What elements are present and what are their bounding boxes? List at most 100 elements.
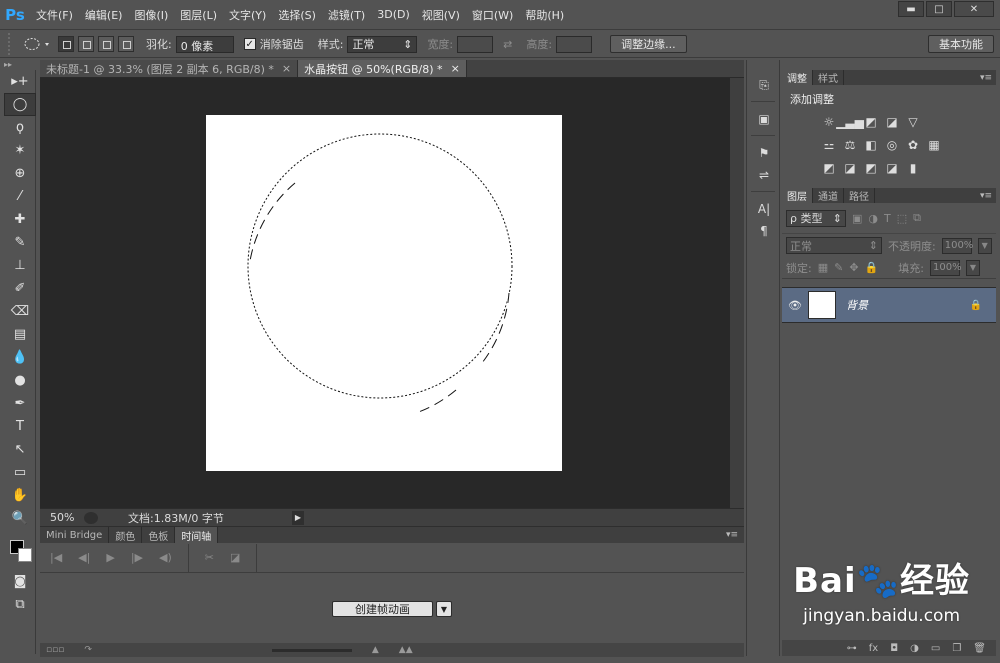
antialias-checkbox[interactable]: ✓ xyxy=(243,38,256,50)
background-color[interactable] xyxy=(18,548,32,562)
tab-adjustments[interactable]: 调整 xyxy=(782,70,813,85)
path-selection-tool-icon[interactable]: ↖ xyxy=(4,438,36,461)
add-selection-icon[interactable] xyxy=(78,36,94,52)
clone-stamp-tool-icon[interactable]: ⊥ xyxy=(4,254,36,277)
healing-brush-tool-icon[interactable]: ✚ xyxy=(4,208,36,231)
create-animation-dropdown-icon[interactable]: ▼ xyxy=(436,601,452,617)
curves-icon[interactable]: ◩ xyxy=(862,113,880,130)
new-adjustment-icon[interactable]: ◑ xyxy=(910,643,919,654)
type-tool-icon[interactable]: T xyxy=(4,415,36,438)
tab-swatches[interactable]: 色板 xyxy=(142,527,176,543)
color-balance-icon[interactable]: ⚖ xyxy=(841,136,859,153)
black-white-icon[interactable]: ◧ xyxy=(862,136,880,153)
dodge-tool-icon[interactable]: ● xyxy=(4,369,36,392)
transition-icon[interactable]: ◪ xyxy=(230,551,240,564)
fill-dropdown-icon[interactable]: ▼ xyxy=(965,259,980,276)
properties-icon[interactable]: ▣ xyxy=(747,108,781,130)
intersect-selection-icon[interactable] xyxy=(118,36,134,52)
add-mask-icon[interactable]: ◘ xyxy=(890,643,898,654)
menu-file[interactable]: 文件(F) xyxy=(30,7,79,23)
color-lookup-icon[interactable]: ▦ xyxy=(925,136,943,153)
new-layer-icon[interactable]: ❐ xyxy=(952,643,961,654)
lock-pixels-icon[interactable]: ✎ xyxy=(834,261,843,274)
eraser-tool-icon[interactable]: ⌫ xyxy=(4,300,36,323)
width-input[interactable] xyxy=(457,35,494,53)
right-dock-collapse[interactable] xyxy=(782,60,996,70)
blur-tool-icon[interactable]: 💧 xyxy=(4,346,36,369)
tab-styles[interactable]: 样式 xyxy=(813,70,844,85)
toolbar-collapse-icon[interactable]: ▸▸ xyxy=(0,60,40,70)
screen-mode-icon[interactable]: ⧉ xyxy=(4,593,36,616)
adjustment-filter-icon[interactable]: ◑ xyxy=(868,212,878,225)
lasso-tool-icon[interactable]: ϙ xyxy=(4,116,36,139)
blend-mode-select[interactable]: 正常 ⇕ xyxy=(786,237,882,254)
vibrance-icon[interactable]: ▽ xyxy=(904,113,922,130)
tab-color[interactable]: 颜色 xyxy=(109,527,143,543)
menu-image[interactable]: 图像(I) xyxy=(128,7,174,23)
threshold-icon[interactable]: ◩ xyxy=(862,159,880,176)
brush-settings-icon[interactable]: ⇌ xyxy=(747,164,781,186)
hue-saturation-icon[interactable]: ⚍ xyxy=(820,136,838,153)
layer-row-background[interactable]: 👁 背景 🔒 xyxy=(782,287,996,323)
tab-channels[interactable]: 通道 xyxy=(813,188,844,203)
feather-input[interactable]: 0 像素 xyxy=(175,35,234,53)
type-filter-icon[interactable]: T xyxy=(884,212,891,225)
menu-help[interactable]: 帮助(H) xyxy=(519,7,570,23)
history-icon[interactable]: ⎘ xyxy=(747,74,781,96)
subtract-selection-icon[interactable] xyxy=(98,36,114,52)
pen-tool-icon[interactable]: ✒ xyxy=(4,392,36,415)
refine-edge-button[interactable]: 调整边缘... xyxy=(610,35,687,53)
history-brush-tool-icon[interactable]: ✐ xyxy=(4,277,36,300)
tab-close-icon[interactable]: × xyxy=(282,62,291,75)
tab-crystal-button[interactable]: 水晶按钮 @ 50%(RGB/8) * × xyxy=(298,60,467,77)
canvas-scrollbar[interactable] xyxy=(730,78,744,508)
tab-close-icon[interactable]: × xyxy=(451,62,460,75)
tool-preset-picker[interactable] xyxy=(20,34,56,54)
posterize-icon[interactable]: ◪ xyxy=(841,159,859,176)
paragraph-icon[interactable]: ¶ xyxy=(747,220,781,242)
style-select[interactable]: 正常 ⇕ xyxy=(347,35,418,53)
magic-wand-tool-icon[interactable]: ✶ xyxy=(4,139,36,162)
tab-paths[interactable]: 路径 xyxy=(844,188,875,203)
crop-tool-icon[interactable]: ⊕ xyxy=(4,162,36,185)
link-layers-icon[interactable]: ⊶ xyxy=(847,643,857,654)
tab-layers[interactable]: 图层 xyxy=(782,188,813,203)
opacity-dropdown-icon[interactable]: ▼ xyxy=(977,237,992,254)
smart-object-filter-icon[interactable]: ⧉ xyxy=(913,211,921,225)
color-swatches[interactable] xyxy=(4,530,35,570)
photo-filter-icon[interactable]: ◎ xyxy=(883,136,901,153)
exposure-icon[interactable]: ◪ xyxy=(883,113,901,130)
kind-filter-select[interactable]: ρ 类型 ⇕ xyxy=(786,209,846,227)
opacity-input[interactable]: 100% xyxy=(941,237,973,254)
menu-layer[interactable]: 图层(L) xyxy=(174,7,223,23)
zoom-out-icon[interactable]: ▲ xyxy=(372,645,379,655)
levels-icon[interactable]: ▁▃▅ xyxy=(836,113,864,130)
shape-filter-icon[interactable]: ⬚ xyxy=(897,212,907,225)
quick-mask-icon[interactable]: ◙ xyxy=(4,570,36,593)
rectangle-tool-icon[interactable]: ▭ xyxy=(4,461,36,484)
fill-input[interactable]: 100% xyxy=(929,259,962,276)
selective-color-icon[interactable]: ◪ xyxy=(883,159,901,176)
status-info-icon[interactable] xyxy=(84,511,98,524)
new-group-icon[interactable]: ▭ xyxy=(931,643,940,654)
play-icon[interactable]: ▶ xyxy=(106,551,114,564)
eyedropper-tool-icon[interactable]: ⁄ xyxy=(4,185,36,208)
new-selection-icon[interactable] xyxy=(58,36,74,52)
convert-frames-icon[interactable]: ▫▫▫ xyxy=(46,645,64,655)
tab-mini-bridge[interactable]: Mini Bridge xyxy=(40,527,110,543)
brush-preset-icon[interactable]: ⚑ xyxy=(747,142,781,164)
gradient-tool-icon[interactable]: ▤ xyxy=(4,323,36,346)
channel-mixer-icon[interactable]: ✿ xyxy=(904,136,922,153)
dock-collapse-icon[interactable] xyxy=(747,60,779,74)
tab-untitled-1[interactable]: 未标题-1 @ 33.3% (图层 2 副本 6, RGB/8) * × xyxy=(40,60,299,77)
menu-window[interactable]: 窗口(W) xyxy=(466,7,519,23)
delete-layer-icon[interactable]: 🗑 xyxy=(973,643,986,654)
lock-transparent-icon[interactable]: ▦ xyxy=(818,261,828,274)
status-menu-arrow-icon[interactable]: ▶ xyxy=(292,510,304,525)
elliptical-marquee-tool-icon[interactable]: ◯ xyxy=(4,93,36,116)
lock-all-icon[interactable]: 🔒 xyxy=(865,261,879,274)
document-canvas[interactable] xyxy=(206,115,562,471)
zoom-in-icon[interactable]: ▲▲ xyxy=(399,645,413,655)
layer-name[interactable]: 背景 xyxy=(846,297,970,313)
zoom-tool-icon[interactable]: 🔍 xyxy=(4,507,36,530)
